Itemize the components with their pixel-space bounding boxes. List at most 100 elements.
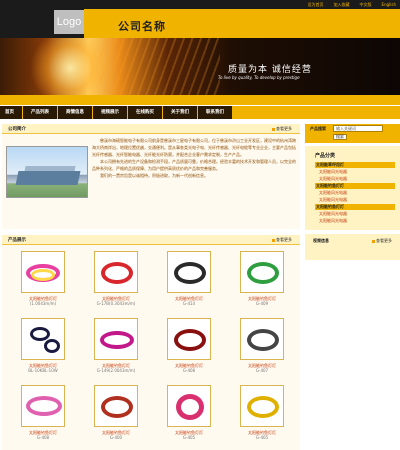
product-model: G-407	[255, 368, 269, 373]
product-model: G-405	[255, 435, 269, 440]
collar-image	[174, 329, 206, 351]
product-model: G-149(2.0043m/m)	[96, 368, 136, 373]
company-intro-title: 公司简介	[8, 127, 26, 132]
search-button[interactable]: 搜索	[333, 134, 347, 140]
subcategory-item[interactable]: 太阳能风光电器	[315, 218, 395, 224]
collar-image	[26, 396, 62, 416]
collar-image	[100, 331, 134, 349]
category-title: 产品分类	[315, 153, 336, 159]
nav-home[interactable]: 首页	[0, 106, 23, 119]
product-thumbnail[interactable]	[240, 251, 284, 293]
product-thumbnail[interactable]	[21, 318, 65, 360]
set-homepage-link[interactable]: 设为首页	[308, 2, 324, 8]
product-model: G-409	[255, 301, 269, 306]
product-thumbnail[interactable]	[94, 318, 138, 360]
subcategory-item[interactable]: 太阳能风光电器	[315, 190, 395, 196]
subcategory-item[interactable]: 太阳能风光电器	[315, 197, 395, 203]
collar-image	[44, 339, 60, 353]
collar-image	[247, 262, 279, 284]
company-name: 公司名称	[118, 20, 166, 33]
product-card[interactable]: 太阳能钓鱼灯灯 G-408	[154, 314, 224, 381]
video-info-title: 视频信息	[313, 238, 329, 243]
nav-contact[interactable]: 联系我们	[198, 106, 233, 119]
product-thumbnail[interactable]	[240, 318, 284, 360]
intro-paragraph: 本公司拥有先进的生产设备和检测手段，产品质量可靠，价格合理。经验丰富的技术开发和…	[92, 159, 296, 171]
site-header: Logo 公司名称 设为首页 加入收藏 中文版 English	[0, 0, 400, 38]
nav-business-info[interactable]: 商情信息	[58, 106, 93, 119]
product-category-panel: 产品分类 太阳能草坪用灯 太阳能风光电器 太阳能风光电器 太阳能钓鱼灯灯 太阳能…	[305, 146, 400, 230]
product-model: G-408	[36, 435, 50, 440]
product-thumbnail[interactable]	[94, 385, 138, 427]
category-item[interactable]: 太阳能草坪用灯	[315, 162, 395, 168]
product-card[interactable]: 太阳能钓鱼灯灯 G-405	[227, 381, 297, 448]
product-card[interactable]: 太阳能钓鱼灯灯 G-408	[8, 381, 78, 448]
product-search-label: 产品搜索	[310, 126, 326, 131]
product-model: G-17B(0.3043m/m)	[96, 301, 136, 306]
intro-paragraph: 我们的一贯宗旨是以诚相待，积极进取，为新一代创新信息。	[100, 173, 208, 178]
product-model: BL-10KBL-10W	[28, 368, 58, 373]
product-thumbnail[interactable]	[94, 251, 138, 293]
collar-image	[101, 262, 133, 284]
category-item[interactable]: 太阳能钓鱼灯灯	[315, 204, 395, 210]
product-thumbnail[interactable]	[21, 385, 65, 427]
nav-online-buy[interactable]: 在线购买	[128, 106, 163, 119]
main-nav: 首页 产品列表 商情信息 视频展示 在线购买 关于我们 联系我们	[0, 106, 400, 119]
video-info-panel: 视频信息 查看更多	[305, 234, 400, 260]
banner-slogan: 质量为本 诚信经营	[228, 65, 312, 75]
collar-image	[174, 262, 206, 284]
video-info-more-link[interactable]: 查看更多	[372, 238, 392, 244]
category-item[interactable]: 太阳能钓鱼灯灯	[315, 183, 395, 189]
factory-photo	[6, 146, 88, 198]
chinese-version-link[interactable]: 中文版	[360, 2, 372, 8]
product-thumbnail[interactable]	[21, 251, 65, 293]
collar-image	[247, 329, 279, 351]
hero-banner	[0, 38, 400, 105]
product-model: G-405	[182, 435, 196, 440]
company-intro-more-link[interactable]: 查看更多	[272, 126, 292, 132]
product-showcase-title: 产品展示	[8, 238, 26, 243]
product-model: (1.0043m/m)	[29, 301, 57, 306]
collar-image	[176, 394, 204, 420]
product-thumbnail[interactable]	[167, 251, 211, 293]
product-showcase-more-link[interactable]: 查看更多	[272, 237, 292, 243]
product-card[interactable]: 太阳能钓鱼灯灯 G-414	[154, 247, 224, 314]
subcategory-item[interactable]: 太阳能风光电器	[315, 176, 395, 182]
english-version-link[interactable]: English	[382, 2, 396, 8]
product-grid: 太阳能钓鱼灯灯 (1.0043m/m) 太阳能钓鱼灯灯 G-17B(0.3043…	[2, 247, 300, 448]
nav-filler	[233, 106, 400, 119]
product-card[interactable]: 太阳能钓鱼灯灯 G-409	[227, 247, 297, 314]
top-links: 设为首页 加入收藏 中文版 English	[308, 2, 396, 8]
nav-about[interactable]: 关于我们	[163, 106, 198, 119]
site-logo[interactable]: Logo	[54, 10, 84, 34]
add-favorite-link[interactable]: 加入收藏	[334, 2, 350, 8]
product-card[interactable]: 太阳能钓鱼灯灯 G-149(2.0043m/m)	[81, 314, 151, 381]
product-card[interactable]: 太阳能钓鱼灯灯 BL-10KBL-10W	[8, 314, 78, 381]
product-card[interactable]: 太阳能钓鱼灯灯 G-400	[81, 381, 151, 448]
collar-image	[101, 396, 133, 418]
product-thumbnail[interactable]	[167, 318, 211, 360]
collar-image	[247, 396, 279, 418]
product-showcase-panel: 产品展示 查看更多 太阳能钓鱼灯灯 (1.0043m/m) 太阳能钓鱼灯灯 G-…	[2, 235, 300, 450]
product-search-box: 产品搜索 输入关键词 搜索	[305, 124, 400, 143]
product-thumbnail[interactable]	[167, 385, 211, 427]
product-card[interactable]: 太阳能钓鱼灯灯 G-407	[227, 314, 297, 381]
collar-image	[30, 327, 50, 341]
product-model: G-408	[182, 368, 196, 373]
product-card[interactable]: 太阳能钓鱼灯灯 (1.0043m/m)	[8, 247, 78, 314]
nav-products[interactable]: 产品列表	[23, 106, 58, 119]
company-intro-panel: 公司简介 查看更多 慈溪市海硕智能电子有限公司前身是慈溪市三星电子有限公司，位于…	[2, 124, 300, 229]
nav-video[interactable]: 视频展示	[93, 106, 128, 119]
subcategory-item[interactable]: 太阳能风光电器	[315, 211, 395, 217]
company-intro-text: 慈溪市海硕智能电子有限公司前身是慈溪市三星电子有限公司，位于慈溪市浒山工业开发区…	[92, 137, 296, 179]
company-intro-header: 公司简介 查看更多	[2, 124, 300, 134]
product-card[interactable]: 太阳能钓鱼灯灯 G-17B(0.3043m/m)	[81, 247, 151, 314]
product-model: G-400	[109, 435, 123, 440]
product-thumbnail[interactable]	[240, 385, 284, 427]
product-showcase-header: 产品展示 查看更多	[2, 235, 300, 245]
subcategory-item[interactable]: 太阳能风光电器	[315, 169, 395, 175]
factory-building	[15, 171, 81, 185]
product-model: G-414	[182, 301, 196, 306]
search-input[interactable]: 输入关键词	[333, 125, 383, 132]
collar-image	[31, 269, 55, 281]
product-card[interactable]: 太阳能钓鱼灯灯 G-405	[154, 381, 224, 448]
